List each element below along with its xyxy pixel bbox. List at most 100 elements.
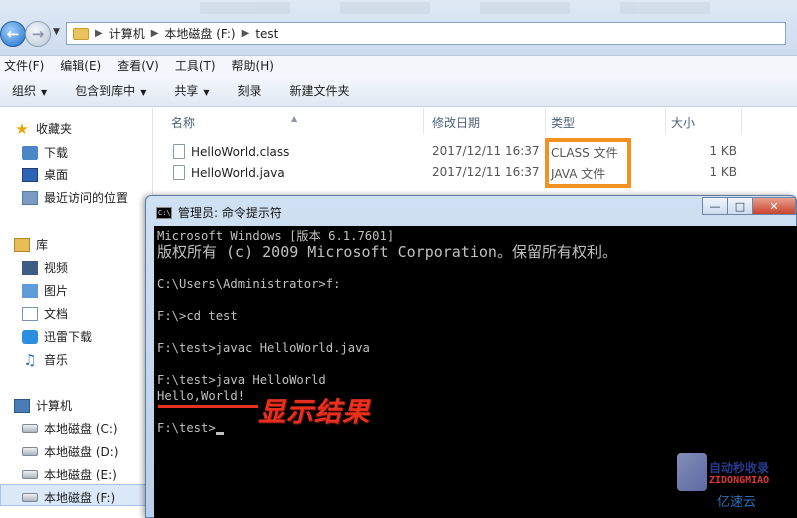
menu-file[interactable]: 文件(F)	[4, 57, 44, 74]
address-bar[interactable]: ▶ 计算机 ▶ 本地磁盘 (F:) ▶ test	[66, 22, 786, 45]
sidebar-favorites-label: 收藏夹	[36, 122, 73, 136]
maximize-button[interactable]: □	[727, 197, 753, 215]
text-cursor	[215, 432, 224, 435]
column-divider[interactable]	[423, 108, 424, 134]
drive-icon	[22, 424, 38, 433]
file-date: 2017/12/11 16:37	[432, 144, 540, 158]
minimize-button[interactable]: —	[702, 197, 728, 215]
column-headers: ▲ 名称 修改日期 类型 大小	[153, 108, 797, 134]
sidebar-item-videos[interactable]: 视频	[22, 259, 68, 276]
column-header-type[interactable]: 类型	[551, 114, 575, 131]
new-folder-button[interactable]: 新建文件夹	[290, 82, 350, 99]
sidebar-item-label: 本地磁盘 (E:)	[44, 468, 117, 482]
sidebar-item-label: 最近访问的位置	[44, 191, 129, 205]
picture-icon	[22, 283, 38, 298]
file-size: 1 KB	[709, 165, 737, 179]
sidebar-item-label: 本地磁盘 (D:)	[44, 445, 119, 459]
sidebar-item-xunlei[interactable]: 迅雷下载	[22, 328, 92, 345]
cmd-icon: C:\	[156, 206, 172, 219]
chevron-right-icon[interactable]: ▶	[95, 28, 103, 39]
chevron-right-icon[interactable]: ▶	[242, 28, 250, 39]
console-line: F:\test>javac HelloWorld.java	[157, 341, 370, 355]
history-dropdown-icon[interactable]: ▼	[53, 27, 60, 37]
sidebar-item-pictures[interactable]: 图片	[22, 282, 68, 299]
sidebar-favorites[interactable]: ★ 收藏夹	[14, 120, 72, 137]
sidebar-item-label: 桌面	[44, 168, 69, 182]
column-divider[interactable]	[665, 108, 666, 134]
sidebar-item-desktop[interactable]: 桌面	[22, 166, 68, 183]
console-line: F:\test>java HelloWorld	[157, 373, 326, 387]
sidebar-item-label: 本地磁盘 (F:)	[44, 491, 116, 505]
column-divider[interactable]	[741, 108, 742, 134]
background-taskbar-ghost	[200, 2, 797, 20]
file-date: 2017/12/11 16:37	[432, 165, 540, 179]
sidebar-item-recent[interactable]: 最近访问的位置	[22, 189, 128, 206]
music-note-icon: ♫	[23, 350, 37, 369]
sidebar-computer[interactable]: 计算机	[14, 397, 72, 414]
sidebar-item-documents[interactable]: 文档	[22, 305, 68, 322]
file-row-java[interactable]: HelloWorld.java 2017/12/11 16:37 JAVA 文件…	[153, 163, 797, 183]
sidebar-item-music[interactable]: ♫ 音乐	[22, 351, 68, 368]
forward-button[interactable]: →	[25, 21, 51, 47]
column-header-date[interactable]: 修改日期	[432, 114, 480, 131]
breadcrumb-test[interactable]: test	[255, 27, 278, 41]
sidebar-item-drive-c[interactable]: 本地磁盘 (C:)	[22, 420, 118, 437]
sidebar-item-label: 本地磁盘 (C:)	[44, 422, 118, 436]
computer-icon	[14, 398, 30, 413]
file-icon	[173, 165, 185, 180]
console-line-output: Hello,World!	[157, 389, 246, 403]
annotation-label: 显示结果	[258, 397, 370, 428]
sidebar-item-label: 文档	[44, 307, 69, 321]
organize-button[interactable]: 组织 ▼	[12, 82, 47, 99]
window-controls: — □ ✕	[702, 197, 796, 215]
file-name-cell: HelloWorld.class	[173, 144, 289, 159]
folder-icon	[73, 27, 89, 40]
sidebar-item-drive-f[interactable]: 本地磁盘 (F:)	[22, 489, 115, 506]
library-icon	[14, 237, 30, 252]
include-in-library-button[interactable]: 包含到库中 ▼	[75, 82, 146, 99]
type-highlight-box	[545, 138, 631, 188]
sidebar-libraries[interactable]: 库	[14, 236, 48, 253]
close-button[interactable]: ✕	[752, 197, 796, 215]
sidebar-item-label: 迅雷下载	[44, 330, 93, 344]
menu-tools[interactable]: 工具(T)	[175, 57, 216, 74]
chevron-right-icon[interactable]: ▶	[151, 28, 159, 39]
column-header-name[interactable]: 名称	[171, 114, 195, 131]
command-toolbar: 组织 ▼ 包含到库中 ▼ 共享 ▼ 刻录 新建文件夹	[0, 75, 797, 107]
sort-caret-icon: ▲	[291, 114, 298, 123]
menu-view[interactable]: 查看(V)	[117, 57, 159, 74]
file-row-class[interactable]: HelloWorld.class 2017/12/11 16:37 CLASS …	[153, 142, 797, 162]
share-button[interactable]: 共享 ▼	[174, 82, 209, 99]
column-divider[interactable]	[545, 108, 546, 134]
sidebar-item-downloads[interactable]: 下载	[22, 144, 68, 161]
file-name-cell: HelloWorld.java	[173, 165, 285, 180]
sidebar-item-label: 下载	[44, 146, 69, 160]
breadcrumb-drive-f[interactable]: 本地磁盘 (F:)	[164, 25, 235, 42]
cmd-title-bar[interactable]: C:\ 管理员: 命令提示符	[156, 204, 282, 221]
console-prompt-line[interactable]: F:\test>	[157, 420, 795, 436]
menu-bar: 文件(F) 编辑(E) 查看(V) 工具(T) 帮助(H)	[0, 56, 797, 75]
sidebar-item-drive-e[interactable]: 本地磁盘 (E:)	[22, 466, 117, 483]
chevron-down-icon: ▼	[140, 88, 147, 97]
include-in-library-label: 包含到库中	[75, 84, 136, 98]
sidebar-item-label: 图片	[44, 284, 69, 298]
drive-icon	[22, 470, 38, 479]
menu-help[interactable]: 帮助(H)	[232, 57, 274, 74]
console-prompt: F:\test>	[157, 421, 216, 435]
file-name: HelloWorld.java	[191, 165, 285, 180]
back-button[interactable]: ←	[0, 21, 26, 47]
navigation-pane: ★ 收藏夹 下载 桌面 最近访问的位置 库 视频 图片 文档 迅雷下载 ♫ 音乐…	[0, 108, 153, 518]
chevron-down-icon: ▼	[203, 88, 210, 97]
sidebar-computer-label: 计算机	[36, 399, 73, 413]
column-header-size[interactable]: 大小	[671, 114, 695, 131]
address-row: ← → ▼ ▶ 计算机 ▶ 本地磁盘 (F:) ▶ test	[0, 0, 797, 56]
sidebar-item-label: 视频	[44, 261, 69, 275]
burn-button[interactable]: 刻录	[238, 82, 262, 99]
sidebar-libraries-label: 库	[36, 238, 49, 252]
xunlei-icon	[22, 329, 38, 344]
watermark: 自动秒收录 ZIDONGMIAO 亿速云	[677, 447, 797, 518]
menu-edit[interactable]: 编辑(E)	[60, 57, 101, 74]
annotation-underline	[158, 405, 258, 408]
sidebar-item-drive-d[interactable]: 本地磁盘 (D:)	[22, 443, 118, 460]
breadcrumb-computer[interactable]: 计算机	[109, 25, 145, 42]
